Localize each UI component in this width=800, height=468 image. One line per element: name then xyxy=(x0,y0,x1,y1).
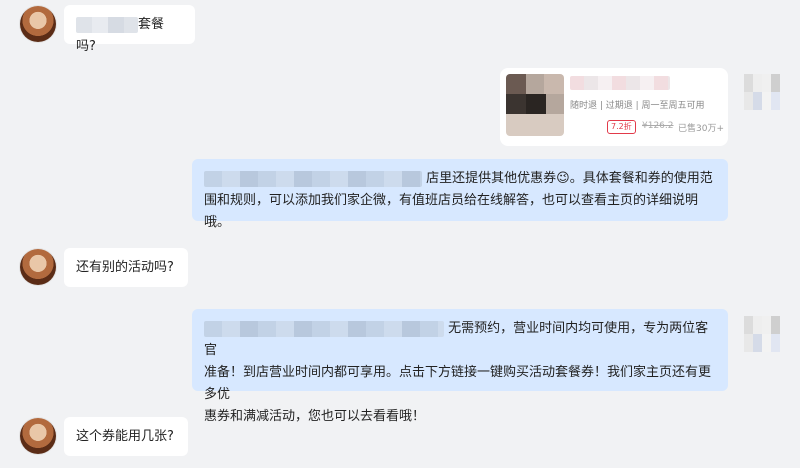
redacted-text xyxy=(76,16,138,33)
customer-avatar[interactable] xyxy=(20,6,56,42)
message-line: 围和规则，可以添加我们家企微，有值班店员给在线解答，也可以查看主页的详细说明哦。 xyxy=(204,193,699,230)
customer-message: 这个券能用几张? xyxy=(64,417,188,456)
customer-message: 还有别的活动吗? xyxy=(64,248,188,287)
redacted-text xyxy=(204,320,444,337)
product-thumbnail xyxy=(506,74,564,136)
product-title-redacted xyxy=(570,76,670,90)
sold-count: 已售30万+ xyxy=(678,124,724,134)
shop-message: 无需预约，营业时间内均可使用，专为两位客官 准备！到店营业时间内都可享用。点击下… xyxy=(192,309,728,424)
customer-avatar[interactable] xyxy=(20,249,56,285)
product-card[interactable]: 随时退 | 过期退 | 周一至周五可用 7.2折 ¥126.2 已售30万+ xyxy=(500,68,728,146)
message-text: 这个券能用几张? xyxy=(76,429,174,444)
redacted-text xyxy=(204,170,422,187)
product-tags: 随时退 | 过期退 | 周一至周五可用 xyxy=(570,101,705,111)
customer-avatar[interactable] xyxy=(20,418,56,454)
message-text: 还有别的活动吗? xyxy=(76,260,174,275)
shop-avatar[interactable] xyxy=(744,74,780,110)
customer-message: 套餐吗? xyxy=(64,5,195,54)
shop-message: 店里还提供其他优惠券😉。具体套餐和券的使用范 围和规则，可以添加我们家企微，有值… xyxy=(192,159,728,230)
shop-avatar[interactable] xyxy=(744,316,780,352)
original-price: ¥126.2 xyxy=(642,121,674,131)
discount-badge: 7.2折 xyxy=(607,120,636,134)
message-line: 准备！到店营业时间内都可享用。点击下方链接一键购买活动套餐券！我们家主页还有更多… xyxy=(204,365,712,402)
message-line: 惠券和满减活动，您也可以去看看哦！ xyxy=(204,409,426,424)
message-line: 店里还提供其他优惠券😉。具体套餐和券的使用范 xyxy=(426,171,713,186)
